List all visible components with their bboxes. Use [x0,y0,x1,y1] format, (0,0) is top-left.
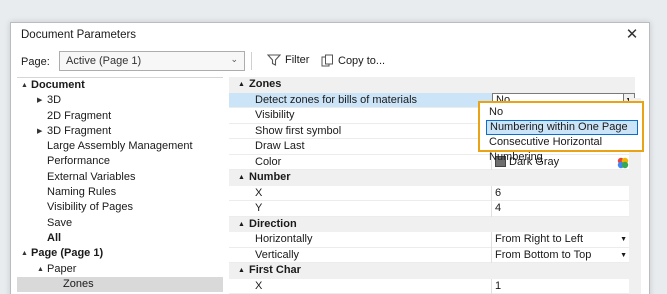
palette-icon[interactable] [617,157,629,169]
prop-value[interactable]: 4 [495,201,501,217]
prop-label: Show first symbol [255,124,342,137]
prop-value[interactable]: 1 [495,279,501,294]
collapse-arrow-icon: ▲ [238,220,245,228]
tree-item-label: All [47,231,62,244]
tree-item-label: External Variables [47,170,136,183]
tree-item[interactable]: ▲ Page (Page 1) [17,246,223,261]
tree-item[interactable]: All [17,231,223,246]
collapse-arrow-icon: ▲ [238,174,245,181]
tree-item-label: Page (Page 1) [31,247,104,260]
prop-value[interactable]: 6 [495,186,501,202]
prop-label: Detect zones for bills of materials [255,93,418,106]
prop-label: X [255,186,263,199]
toolbar-divider [251,52,252,70]
tree-item-label: Paper [47,262,77,275]
category-label: Direction [249,217,297,230]
expand-arrow-icon[interactable]: ▶ [37,93,42,108]
dropdown-arrow-icon[interactable]: ▼ [620,248,627,264]
tree-item-label: Visibility of Pages [47,201,134,214]
tree-item[interactable]: 2D Fragment [17,109,223,124]
tree-item-label: Save [47,216,73,229]
prop-vertically[interactable]: Vertically From Bottom to Top ▼ [229,247,635,264]
filter-label: Filter [285,54,310,66]
tree-item[interactable]: Zones [17,276,223,293]
tree-item[interactable]: ▶ 3D Fragment [17,124,223,139]
tree-item-label: 3D [47,94,62,107]
tree-item-label: Performance [47,155,110,168]
prop-label: Horizontally [255,233,313,245]
tree-item[interactable]: Save [17,216,223,231]
prop-label: Draw Last [255,140,305,152]
tree-item[interactable]: ▲ Document [17,78,223,93]
dropdown-option[interactable]: Consecutive Horizontal Numbering [486,135,638,163]
tree-item-label: 2D Fragment [47,109,112,122]
prop-horizontally[interactable]: Horizontally From Right to Left ▼ [229,232,635,248]
document-parameters-dialog: Document Parameters ✕ Page: Active (Page… [10,22,650,294]
tree-item-label: Document [31,79,85,91]
tree-item-label: Large Assembly Management [47,140,193,153]
dropdown-option-highlighted[interactable]: Numbering within One Page [486,120,638,135]
tree-item[interactable]: Performance [17,154,223,169]
prop-label: Y [255,202,263,214]
expand-arrow-icon[interactable]: ▶ [37,124,42,139]
tree-item-label: Naming Rules [47,186,117,199]
collapse-arrow-icon: ▲ [238,81,245,88]
copy-icon [321,54,333,67]
toolbar: Page: Active (Page 1) ⌄ Filter Copy to..… [11,49,649,75]
category-label: First Char [249,264,301,276]
copy-to-button[interactable]: Copy to... [321,54,385,67]
category-direction[interactable]: ▲ Direction [229,216,635,232]
category-zones[interactable]: ▲ Zones [229,77,635,93]
filter-button[interactable]: Filter [267,54,309,66]
category-label: Zones [249,78,282,90]
prop-number-x[interactable]: X 6 [229,185,635,202]
title-bar: Document Parameters ✕ [11,23,649,49]
prop-number-y[interactable]: Y 4 [229,201,635,217]
category-first-char[interactable]: ▲ First Char [229,263,635,279]
page-select-value: Active (Page 1) [66,55,142,67]
tree-item[interactable]: ▶ 3D [17,93,223,108]
chevron-down-icon: ⌄ [230,54,238,64]
copy-to-label: Copy to... [338,54,386,67]
tree-item[interactable]: Large Assembly Management [17,139,223,154]
detect-zones-dropdown-list: No Numbering within One Page Consecutive… [478,101,644,163]
collapse-arrow-icon[interactable]: ▲ [21,246,28,261]
prop-label: X [255,279,263,292]
prop-value[interactable]: From Bottom to Top [495,248,591,264]
page-label: Page: [21,56,50,68]
dialog-title: Document Parameters [21,29,137,41]
tree-item[interactable]: ▲ Paper [17,262,223,277]
prop-color[interactable]: Color Dark Gray [229,154,635,170]
dropdown-arrow-icon[interactable]: ▼ [620,232,627,248]
collapse-arrow-icon: ▲ [238,267,245,274]
dropdown-option[interactable]: No [486,105,638,120]
category-label: Number [249,171,291,183]
collapse-arrow-icon[interactable]: ▲ [21,78,28,93]
tree-item[interactable]: Visibility of Pages [17,200,223,215]
page-select[interactable]: Active (Page 1) ⌄ [59,51,245,71]
tree-item-label: Zones [63,277,94,290]
prop-first-char-x[interactable]: X 1 [229,278,635,294]
prop-label: Color [255,155,282,168]
filter-icon [267,54,281,66]
settings-tree: ▲ Document ▶ 3D 2D Fragment ▶ 3D Fragment Large… [17,77,223,294]
tree-item[interactable]: External Variables [17,170,223,185]
category-number[interactable]: ▲ Number [229,170,635,186]
prop-label: Vertically [255,248,300,261]
tree-item-label: 3D Fragment [47,124,112,137]
prop-value[interactable]: From Right to Left [495,232,583,248]
close-icon[interactable]: ✕ [623,26,641,44]
collapse-arrow-icon[interactable]: ▲ [37,262,44,277]
prop-label: Visibility [255,109,295,121]
tree-item[interactable]: Naming Rules [17,185,223,200]
